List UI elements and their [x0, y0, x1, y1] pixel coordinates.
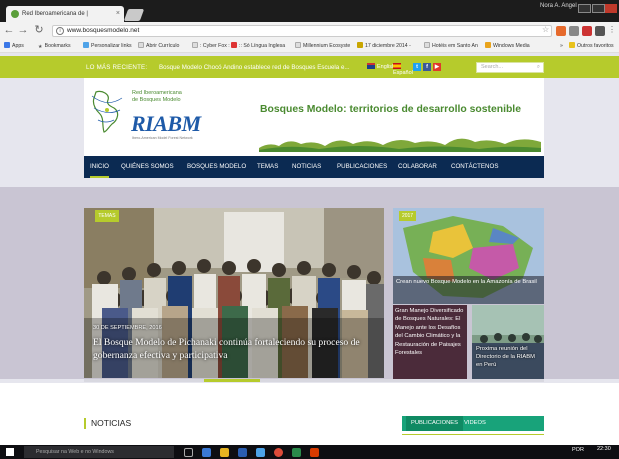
address-bar[interactable]: i www.bosquesmodelo.net: [52, 25, 552, 37]
hero-headline[interactable]: El Bosque Modelo de Pichanaki continúa f…: [93, 336, 363, 362]
tray-language[interactable]: POR: [572, 447, 584, 453]
maximize-button[interactable]: [592, 4, 605, 13]
web-page: LO MÁS RECIENTE: Bosque Modelo Chocó And…: [0, 53, 619, 445]
uk-flag-icon: [367, 63, 375, 69]
app-taskbar-icon[interactable]: [292, 448, 301, 457]
windows-start-icon[interactable]: [6, 448, 14, 456]
nav-quienes-somos[interactable]: QUIÉNES SOMOS: [121, 156, 174, 178]
nav-bosques-modelo[interactable]: BOSQUES MODELO: [187, 156, 246, 178]
task-view-icon[interactable]: [184, 448, 193, 457]
windows-taskbar: Pesquisar na Web e no Windows POR 22:30: [0, 445, 619, 459]
reload-icon[interactable]: ↻: [33, 24, 45, 36]
language-english[interactable]: English: [367, 63, 395, 70]
minimize-button[interactable]: [578, 4, 591, 13]
featured-card-directorio[interactable]: Proxima reunión del Directorio de la RIA…: [472, 305, 544, 379]
tabs-underline: [402, 434, 544, 435]
site-favicon-icon: [11, 10, 19, 18]
search-icon[interactable]: ⌕: [537, 63, 540, 72]
site-header: Red Iberoamericana de Bosques Modelo RIA…: [84, 78, 544, 156]
bookmark-item[interactable]: Millennium Ecosyste: [295, 42, 350, 50]
bookmark-item[interactable]: Apps: [4, 42, 24, 50]
slider-progress-fill: [203, 379, 260, 382]
bookmarks-bar: Apps ★ Bookmarks Personalizar links Abrir…: [0, 40, 619, 53]
card-caption[interactable]: Crean nuevo Bosque Modelo en la Amazonía…: [393, 276, 544, 304]
new-tab-button[interactable]: [123, 9, 145, 21]
bookmark-item[interactable]: 17 diciembre 2014 -: [357, 42, 411, 50]
twitter-icon[interactable]: t: [413, 63, 421, 71]
post-date: 30 DE SEPTIEMBRE, 2016: [93, 325, 162, 331]
org-name-line2: de Bosques Modelo: [132, 97, 181, 103]
featured-card-brazil[interactable]: 2017 Crean nuevo Bosque Modelo en la Ama…: [393, 208, 544, 304]
hero-slide[interactable]: TEMAS 30 DE SEPTIEMBRE, 2016 El Bosque M…: [84, 208, 384, 378]
extension-icon-2[interactable]: [569, 26, 579, 36]
org-name-line1: Red Iberoamericana: [132, 90, 182, 96]
site-tagline: Bosques Modelo: territorios de desarroll…: [260, 104, 521, 115]
extension-icon-3[interactable]: [582, 26, 592, 36]
language-spanish[interactable]: Español: [393, 63, 413, 76]
bookmark-item[interactable]: : Cyber Fox :: [192, 42, 230, 50]
card-caption[interactable]: Gran Manejo Diversificado de Bosques Nat…: [395, 307, 465, 357]
tab-close-icon[interactable]: ×: [116, 6, 120, 22]
youtube-icon[interactable]: ▶: [433, 63, 441, 71]
slider-progress-bar: [84, 379, 544, 382]
extension-icon-4[interactable]: [595, 26, 605, 36]
page-info-icon[interactable]: i: [56, 27, 64, 35]
site-search-input[interactable]: Search... ⌕: [476, 62, 544, 73]
forward-arrow-icon[interactable]: →: [17, 24, 29, 36]
office-taskbar-icon[interactable]: [310, 448, 319, 457]
browser-toolbar: ← → ↻ i www.bosquesmodelo.net ☆ ⋮: [0, 22, 619, 40]
url-text: www.bosquesmodelo.net: [67, 27, 140, 34]
bookmark-item[interactable]: :: Só Língua Inglesa: [231, 42, 285, 50]
nav-colaborar[interactable]: COLABORAR: [398, 156, 437, 178]
latest-news-link[interactable]: Bosque Modelo Chocó Andino establece red…: [159, 64, 350, 71]
bookmarks-overflow[interactable]: »: [560, 42, 563, 50]
brand-logo-text[interactable]: RIABM: [131, 111, 201, 137]
nav-contactenos[interactable]: CONTÁCTENOS: [451, 156, 498, 178]
bookmark-item[interactable]: ★ Bookmarks: [38, 42, 71, 50]
tab-title: Red Iberoamericana de |: [22, 11, 88, 17]
skype-icon[interactable]: [256, 448, 265, 457]
americas-map-logo[interactable]: [88, 88, 126, 134]
store-icon[interactable]: [238, 448, 247, 457]
profile-name[interactable]: Nora A. Angel: [540, 3, 577, 9]
category-chip[interactable]: TEMAS: [95, 210, 119, 222]
extension-icon-1[interactable]: [556, 26, 566, 36]
top-news-bar: LO MÁS RECIENTE: Bosque Modelo Chocó And…: [0, 56, 619, 78]
nav-publicaciones[interactable]: PUBLICACIONES: [337, 156, 387, 178]
nav-temas[interactable]: TEMAS: [257, 156, 278, 178]
bookmark-star-icon[interactable]: ☆: [542, 25, 549, 34]
bookmark-item[interactable]: Abrir Currículo: [138, 42, 179, 50]
bookmark-item[interactable]: Windows Media: [485, 42, 530, 50]
taskbar-clock[interactable]: 22:30: [597, 446, 611, 452]
bookmark-item[interactable]: Personalizar links: [83, 42, 132, 50]
back-arrow-icon[interactable]: ←: [3, 24, 15, 36]
chrome-taskbar-icon[interactable]: [274, 448, 283, 457]
forest-silhouette-banner: [259, 138, 541, 152]
card-caption[interactable]: Proxima reunión del Directorio de la RIA…: [476, 345, 542, 369]
tab-videos[interactable]: VIDEOS: [464, 416, 486, 431]
news-section-heading: NOTICIAS: [84, 418, 131, 429]
close-window-button[interactable]: [605, 4, 617, 13]
nav-inicio[interactable]: INICIO: [90, 156, 109, 178]
featured-card-manejo[interactable]: Gran Manejo Diversificado de Bosques Nat…: [393, 305, 467, 379]
file-explorer-icon[interactable]: [220, 448, 229, 457]
bookmark-folder-other[interactable]: Outros favoritos: [569, 42, 614, 50]
browser-tab[interactable]: Red Iberoamericana de | ×: [6, 6, 124, 22]
nav-noticias[interactable]: NOTICIAS: [292, 156, 321, 178]
main-navigation: INICIO QUIÉNES SOMOS BOSQUES MODELO TEMA…: [84, 156, 544, 178]
bookmark-item[interactable]: Hotéis em Santo An: [424, 42, 478, 50]
content-area: [0, 383, 619, 445]
edge-icon[interactable]: [202, 448, 211, 457]
taskbar-search-box[interactable]: Pesquisar na Web e no Windows: [24, 446, 174, 458]
publications-tabs: PUBLICACIONES VIDEOS: [402, 416, 544, 431]
spain-flag-icon: [393, 63, 401, 69]
facebook-icon[interactable]: f: [423, 63, 431, 71]
brand-subtitle: Ibero-American Model Forest Network: [132, 136, 193, 140]
latest-label: LO MÁS RECIENTE:: [86, 64, 148, 71]
chrome-menu-icon[interactable]: ⋮: [606, 24, 618, 36]
browser-titlebar: Red Iberoamericana de | × Nora A. Angel: [0, 0, 619, 22]
year-badge: 2017: [399, 211, 416, 221]
tab-publicaciones[interactable]: PUBLICACIONES: [406, 416, 464, 431]
